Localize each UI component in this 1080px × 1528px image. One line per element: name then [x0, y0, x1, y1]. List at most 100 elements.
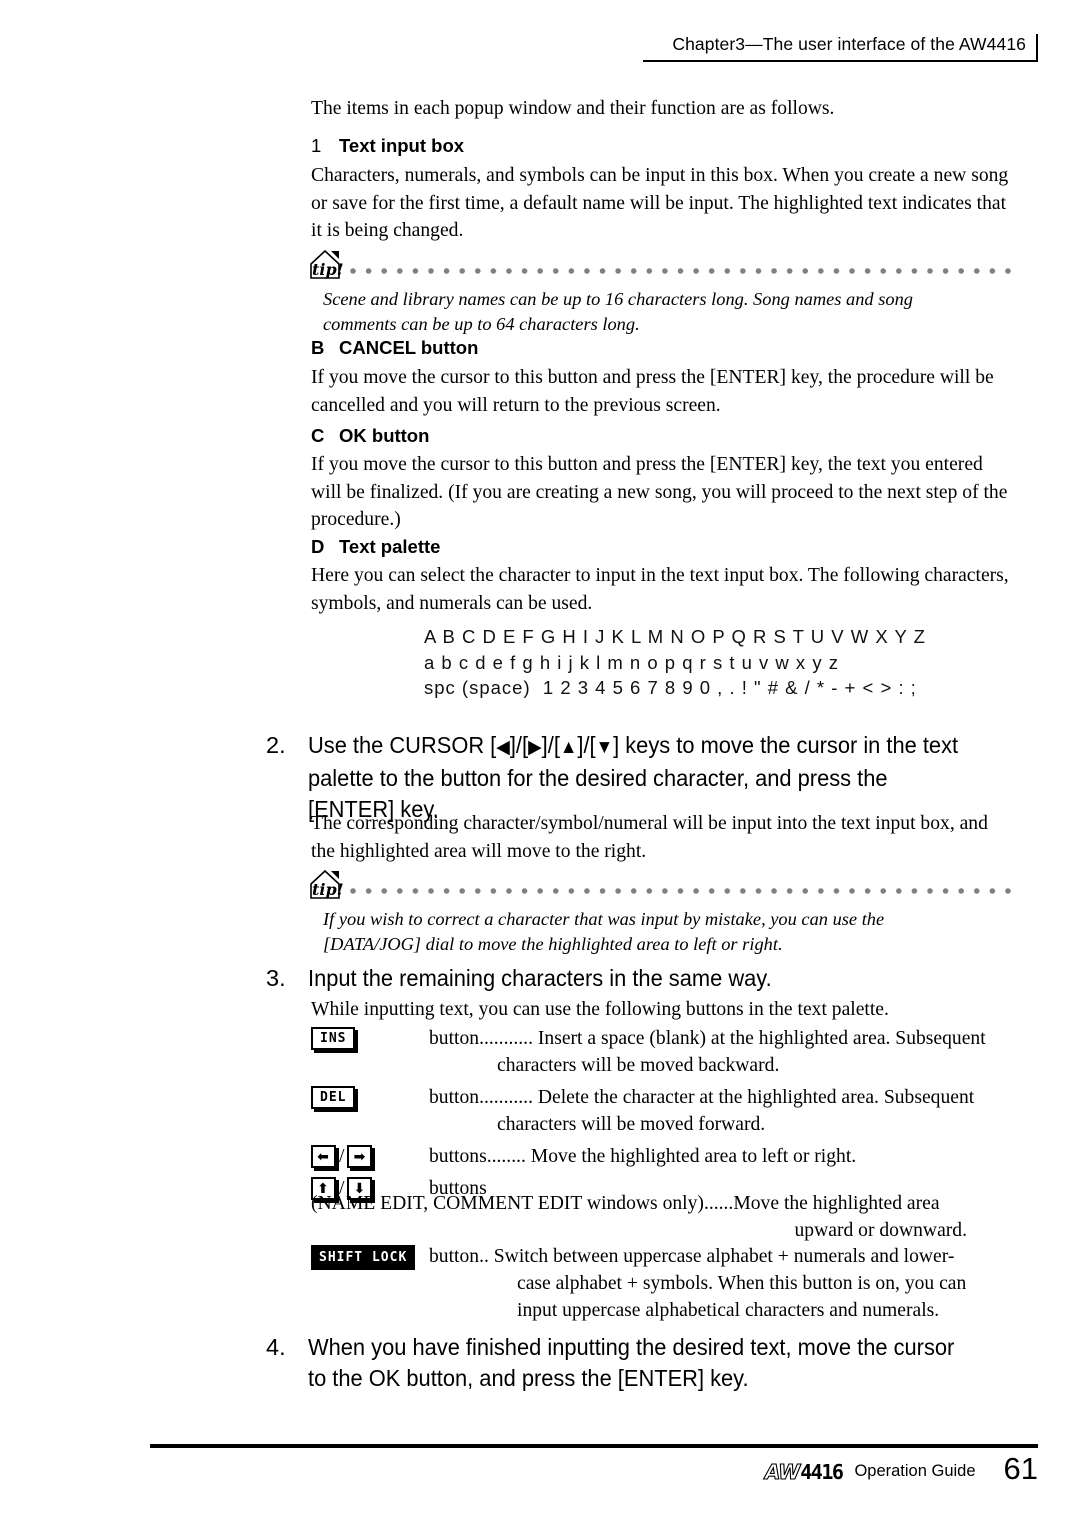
footer-rule — [150, 1444, 1038, 1448]
tip-dotted-rule — [349, 887, 1015, 895]
palette-lowercase-row: a b c d e f g h i j k l m n o p q r s t … — [424, 651, 839, 673]
ins-label: button........... Insert a space (blank)… — [429, 1028, 986, 1049]
ins-desc-line1: Insert a space (blank) at the highlighte… — [537, 1028, 986, 1049]
shift-lock-desc-line2: case alphabet + symbols. When this butto… — [517, 1273, 967, 1294]
chapter-title: Chapter3—The user interface of the AW441… — [672, 34, 1026, 54]
section-heading: B CANCEL button — [311, 337, 1011, 359]
del-button[interactable]: DEL — [311, 1086, 356, 1109]
svg-text:tip!: tip! — [312, 880, 344, 899]
page-footer: AW 4416 Operation Guide 61 — [764, 1451, 1038, 1487]
step-number: 4. — [266, 1334, 286, 1360]
arrow-left-button[interactable]: ⬅ — [311, 1145, 336, 1168]
tip-icon: tip! — [305, 248, 349, 282]
tip-block-2: tip! If you wish to correct a character … — [305, 868, 1015, 957]
step2-sep3: ]/[ — [577, 732, 596, 758]
palette-symbols-row: spc (space) 1 2 3 4 5 6 7 8 9 0 , . ! " … — [424, 677, 917, 698]
separator-slash: / — [339, 1145, 345, 1167]
ins-button[interactable]: INS — [311, 1027, 356, 1050]
left-right-dots: ........ — [486, 1146, 526, 1167]
page-header-inner: Chapter3—The user interface of the AW441… — [672, 34, 1038, 60]
shift-lock-description: button.. Switch between uppercase alphab… — [429, 1243, 1021, 1324]
shift-lock-label: button.. Switch between uppercase alphab… — [429, 1246, 954, 1267]
ins-button-description: button........... Insert a space (blank)… — [429, 1025, 1021, 1079]
del-button-description: button........... Delete the character a… — [429, 1084, 1021, 1138]
page-number: 61 — [1003, 1451, 1038, 1486]
shift-lock-row-wrapper: SHIFT LOCK button.. Switch between upper… — [311, 1243, 1021, 1329]
step-2-body: The corresponding character/symbol/numer… — [311, 810, 1011, 865]
left-right-label-text: buttons — [429, 1146, 487, 1167]
aw-logo-number: 4416 — [800, 1459, 844, 1484]
section-marker: D — [311, 536, 325, 557]
cursor-down-icon: ▼ — [595, 737, 614, 758]
step-3-body: While inputting text, you can use the fo… — [311, 996, 1011, 1024]
del-dots: ........... — [479, 1087, 533, 1108]
tip-row: tip! — [305, 248, 1015, 282]
step-text: When you have finished inputting the des… — [308, 1334, 955, 1391]
palette-uppercase-row: A B C D E F G H I J K L M N O P Q R S T … — [424, 626, 926, 647]
shift-lock-button[interactable]: SHIFT LOCK — [311, 1245, 416, 1270]
tip-text: Scene and library names can be up to 16 … — [323, 289, 913, 334]
ins-dots: ........... — [479, 1028, 533, 1049]
step-3: 3. Input the remaining characters in the… — [266, 963, 1018, 994]
step-3-body-text: While inputting text, you can use the fo… — [311, 999, 889, 1020]
step-number: 2. — [266, 732, 286, 758]
cursor-right-icon: ▶ — [528, 737, 542, 758]
section-text-input-box: 1 Text input box — [311, 135, 1011, 157]
step2-sep1: ]/[ — [509, 732, 529, 758]
section-body-text: Here you can select the character to inp… — [311, 565, 1009, 614]
button-row-shift-lock: SHIFT LOCK button.. Switch between upper… — [311, 1243, 1021, 1324]
ins-desc-line2: characters will be moved backward. — [497, 1055, 780, 1076]
name-edit-desc-line2: upward or downward. — [794, 1220, 968, 1241]
ins-label-text: button — [429, 1028, 480, 1049]
page-header: Chapter3—The user interface of the AW441… — [643, 34, 1038, 62]
cursor-up-icon: ▲ — [559, 737, 578, 758]
del-desc-line2: characters will be moved forward. — [497, 1114, 766, 1135]
section-heading-label: Text input box — [339, 135, 465, 156]
section-heading-label: Text palette — [339, 536, 441, 557]
tip-text: If you wish to correct a character that … — [323, 909, 885, 954]
section-heading-label: OK button — [339, 425, 430, 446]
section-heading: D Text palette — [311, 536, 1011, 558]
shift-lock-dots: .. — [479, 1246, 489, 1267]
section-cancel-button: B CANCEL button — [311, 337, 1011, 359]
del-desc-line1: Delete the character at the highlighted … — [537, 1087, 975, 1108]
shift-lock-button-cell: SHIFT LOCK — [311, 1243, 429, 1270]
button-row-left-right: ⬅ / ➡ buttons........ Move the highlight… — [311, 1143, 1021, 1170]
section-text-input-box-body: Characters, numerals, and symbols can be… — [311, 162, 1011, 245]
step-4: 4. When you have finished inputting the … — [266, 1332, 1018, 1394]
arrow-right-button[interactable]: ➡ — [347, 1145, 373, 1168]
svg-text:tip!: tip! — [312, 260, 344, 279]
header-rule — [643, 60, 1038, 62]
intro-paragraph: The items in each popup window and their… — [311, 95, 1011, 123]
aw-logo-text: AW — [764, 1459, 801, 1484]
del-label-text: button — [429, 1087, 480, 1108]
section-cancel-button-body: If you move the cursor to this button an… — [311, 364, 1011, 419]
shift-lock-desc-line1: Switch between uppercase alphabet + nume… — [493, 1246, 955, 1267]
step2-sep2: ]/[ — [541, 732, 560, 758]
section-marker: C — [311, 425, 325, 446]
del-label: button........... Delete the character a… — [429, 1087, 974, 1108]
section-marker: 1 — [311, 135, 322, 156]
step-number: 3. — [266, 965, 286, 991]
shift-lock-label-text: button — [429, 1246, 480, 1267]
left-right-desc-line1: Move the highlighted area to left or rig… — [530, 1146, 857, 1167]
step-text: Input the remaining characters in the sa… — [308, 965, 772, 991]
footer-label: Operation Guide — [854, 1462, 976, 1480]
section-body-text: If you move the cursor to this button an… — [311, 367, 994, 416]
section-text-palette: D Text palette — [311, 536, 1011, 558]
button-row-del: DEL button........... Delete the charact… — [311, 1084, 1021, 1138]
name-edit-condition: (NAME EDIT, COMMENT EDIT windows only) — [311, 1193, 704, 1214]
tip-row: tip! — [305, 868, 1015, 902]
section-body-text: Characters, numerals, and symbols can be… — [311, 165, 1009, 241]
left-right-label: buttons........ Move the highlighted are… — [429, 1146, 856, 1167]
cursor-left-icon: ◀ — [496, 737, 510, 758]
ins-button-cell: INS — [311, 1025, 429, 1050]
tip-block-1: tip! Scene and library names can be up t… — [305, 248, 1015, 337]
palette-button-list: INS button........... Insert a space (bl… — [311, 1025, 1021, 1207]
section-heading: C OK button — [311, 425, 1011, 447]
tip-icon: tip! — [305, 868, 349, 902]
step-2-body-text: The corresponding character/symbol/numer… — [311, 813, 988, 862]
left-right-description: buttons........ Move the highlighted are… — [429, 1143, 1021, 1170]
name-edit-dots: ...... — [703, 1193, 734, 1214]
character-palette: A B C D E F G H I J K L M N O P Q R S T … — [424, 624, 926, 701]
